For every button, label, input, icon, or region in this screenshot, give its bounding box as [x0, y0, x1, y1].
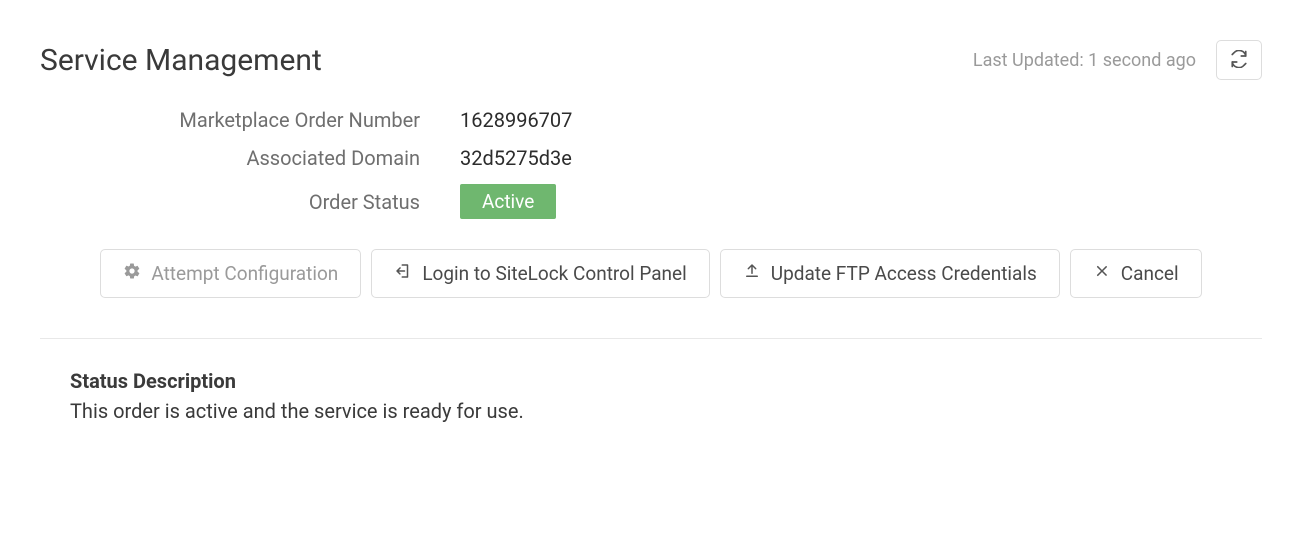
order-number-value: 1628996707 [460, 108, 572, 132]
update-ftp-button[interactable]: Update FTP Access Credentials [720, 249, 1060, 298]
status-description-block: Status Description This order is active … [40, 369, 1262, 423]
cancel-button[interactable]: Cancel [1070, 249, 1202, 298]
attempt-configuration-label: Attempt Configuration [151, 262, 338, 285]
login-sitelock-label: Login to SiteLock Control Panel [422, 262, 686, 285]
detail-row-order-number: Marketplace Order Number 1628996707 [80, 108, 1262, 132]
login-sitelock-button[interactable]: Login to SiteLock Control Panel [371, 249, 709, 298]
details-section: Marketplace Order Number 1628996707 Asso… [80, 108, 1262, 219]
cancel-label: Cancel [1121, 262, 1179, 285]
last-updated-text: Last Updated: 1 second ago [973, 50, 1196, 71]
action-button-row: Attempt Configuration Login to SiteLock … [40, 249, 1262, 298]
page-title: Service Management [40, 43, 322, 78]
detail-row-status: Order Status Active [80, 184, 1262, 219]
domain-label: Associated Domain [80, 146, 460, 170]
status-label: Order Status [80, 190, 460, 214]
detail-row-domain: Associated Domain 32d5275d3e [80, 146, 1262, 170]
refresh-button[interactable] [1216, 40, 1262, 80]
update-ftp-label: Update FTP Access Credentials [771, 262, 1037, 285]
gear-icon [123, 262, 141, 285]
attempt-configuration-button[interactable]: Attempt Configuration [100, 249, 361, 298]
status-description-text: This order is active and the service is … [70, 399, 1262, 423]
upload-icon [743, 262, 761, 285]
domain-value: 32d5275d3e [460, 146, 572, 170]
order-number-label: Marketplace Order Number [80, 108, 460, 132]
status-description-title: Status Description [70, 369, 1262, 393]
status-badge: Active [460, 184, 556, 219]
login-icon [394, 262, 412, 285]
refresh-icon [1230, 50, 1248, 71]
close-icon [1093, 262, 1111, 285]
divider [40, 338, 1262, 339]
